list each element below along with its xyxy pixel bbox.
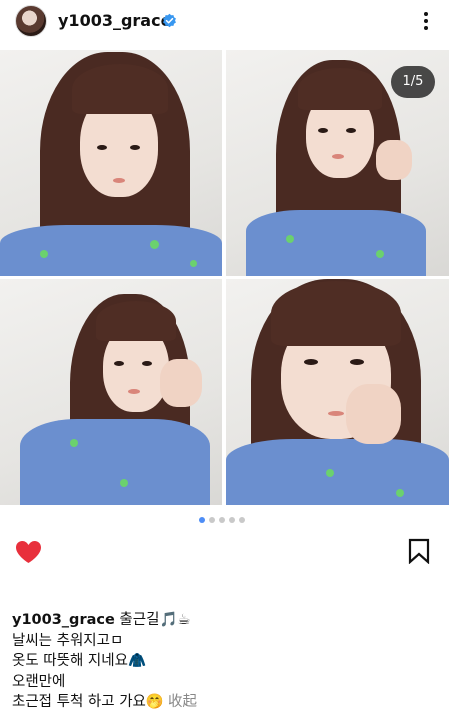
caption-username[interactable]: y1003_grace [12,612,115,628]
caption-line: 출근길🎵☕ [119,612,191,628]
pagination-dot-active [199,517,205,523]
post-image-carousel[interactable]: 1/5 [0,50,449,505]
pagination-dot [209,517,215,523]
carousel-counter: 1/5 [391,66,435,98]
heart-filled-icon[interactable] [15,540,42,564]
photo-selfie-4 [226,279,449,505]
photo-selfie-3 [0,279,222,505]
bookmark-icon[interactable] [408,538,430,564]
collapse-caption-link[interactable]: 收起 [168,694,197,710]
pagination-dot [229,517,235,523]
pagination-dot [239,517,245,523]
post-caption: y1003_grace 출근길🎵☕ 날씨는 추워지고ㅁ 옷도 따뜻해 지네요🧥 … [12,610,437,713]
caption-line: 날씨는 추워지고ㅁ [12,632,124,649]
more-vertical-icon[interactable] [418,10,434,32]
verified-badge-icon [163,13,176,28]
carousel-pagination [199,517,249,523]
post-header: y1003_grace [0,0,449,44]
caption-line: 오랜만에 [12,673,66,690]
caption-first-line: y1003_grace 출근길🎵☕ [12,610,437,631]
username[interactable]: y1003_grace [58,11,171,30]
caption-line: 옷도 따뜻해 지네요🧥 [12,653,146,669]
caption-line: 초근접 투척 하고 가요🤭 [12,694,164,710]
caption-last-line: 초근접 투척 하고 가요🤭 收起 [12,692,437,713]
photo-selfie-1 [0,50,222,276]
avatar[interactable] [15,5,47,37]
pagination-dot [219,517,225,523]
